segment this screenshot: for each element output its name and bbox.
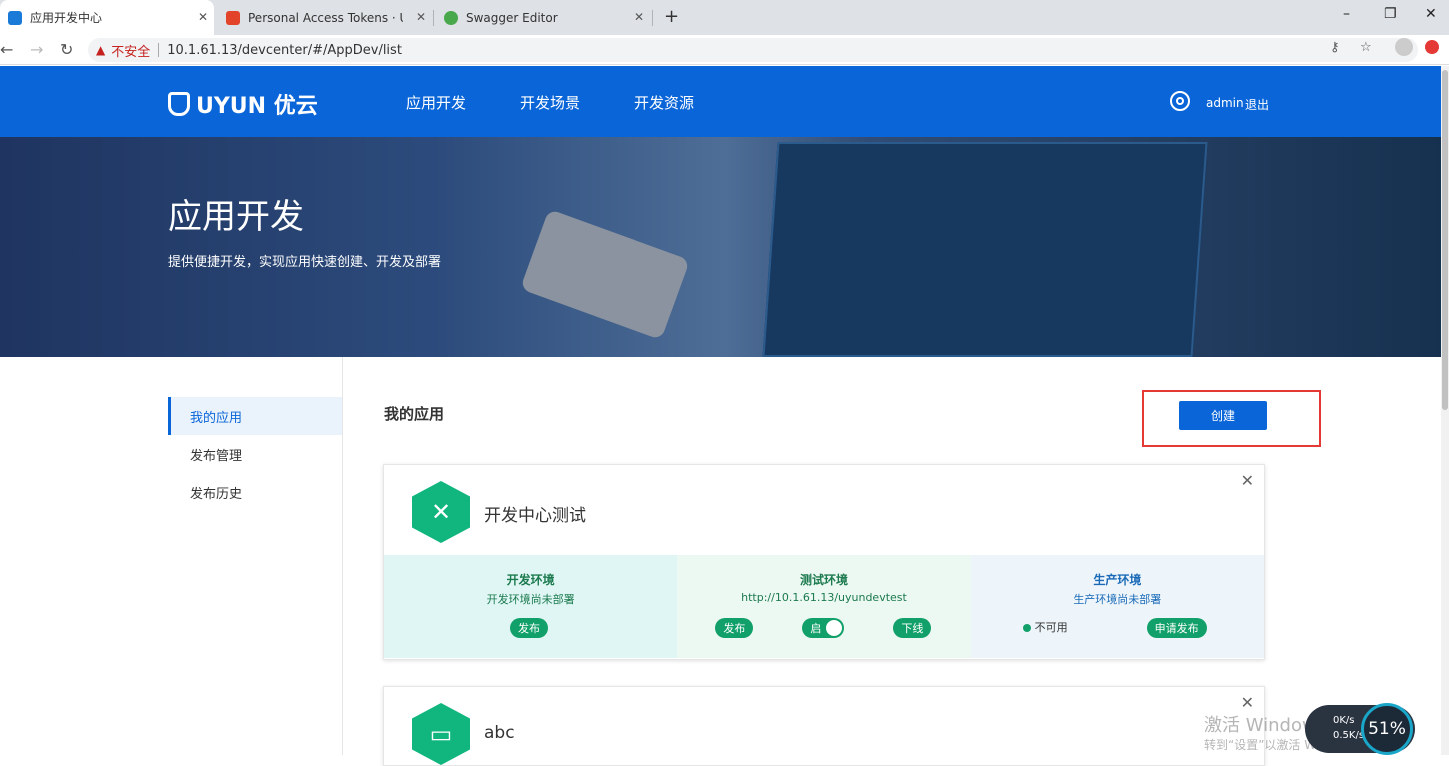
- sidebar-item-release-history[interactable]: 发布历史: [168, 473, 342, 511]
- tools-icon: ✕: [412, 481, 470, 543]
- toggle-label: 启: [810, 622, 822, 635]
- reload-button[interactable]: ↻: [60, 40, 73, 59]
- publish-button[interactable]: 发布: [715, 618, 754, 638]
- gitlab-favicon-icon: [226, 10, 240, 25]
- environment-row: 开发环境 开发环境尚未部署 发布 测试环境 http://10.1.61.13/…: [384, 555, 1264, 658]
- close-icon[interactable]: ✕: [198, 10, 208, 24]
- close-window-button[interactable]: ✕: [1425, 6, 1437, 22]
- phone-illustration: [519, 208, 691, 341]
- maximize-button[interactable]: ❐: [1384, 6, 1397, 22]
- tab-title: 应用开发中心: [30, 11, 103, 25]
- sidebar-item-release-management[interactable]: 发布管理: [168, 435, 342, 473]
- upload-speed: 0K/s: [1333, 715, 1355, 726]
- gear-icon[interactable]: [1170, 91, 1190, 111]
- uyun-logo[interactable]: UYUN 优云: [168, 88, 318, 120]
- logo-text: UYUN 优云: [196, 94, 318, 119]
- minimize-button[interactable]: –: [1343, 6, 1350, 22]
- enable-toggle[interactable]: 启: [802, 618, 845, 638]
- key-icon[interactable]: ⚷: [1330, 40, 1340, 55]
- close-icon[interactable]: ✕: [634, 10, 644, 24]
- download-speed: 0.5K/s: [1333, 730, 1365, 741]
- env-subtitle: 开发环境尚未部署: [486, 593, 575, 606]
- app-card: ✕ ✕ 开发中心测试 开发环境 开发环境尚未部署 发布 测试环境 http://…: [383, 464, 1265, 660]
- logout-link[interactable]: 退出: [1245, 96, 1269, 113]
- uyun-shield-icon: [168, 92, 190, 116]
- tab-swagger[interactable]: Swagger Editor ✕: [436, 0, 650, 35]
- url-field[interactable]: ▲ 不安全 10.1.61.13/devcenter/#/AppDev/list: [88, 38, 1418, 62]
- tab-access-tokens[interactable]: Personal Access Tokens · User ✕: [218, 0, 432, 35]
- security-warning[interactable]: 不安全: [111, 41, 150, 60]
- banner-title: 应用开发: [168, 197, 304, 237]
- url-divider: [158, 43, 160, 57]
- image-icon: ▭: [412, 703, 470, 765]
- close-icon[interactable]: ✕: [1241, 693, 1254, 712]
- nav-app-dev[interactable]: 应用开发: [406, 92, 466, 113]
- app-header: UYUN 优云 应用开发 开发场景 开发资源 admin 退出: [0, 66, 1449, 137]
- username[interactable]: admin: [1206, 96, 1244, 110]
- banner-subtitle: 提供便捷开发，实现应用快速创建、开发及部署: [168, 255, 442, 270]
- env-test: 测试环境 http://10.1.61.13/uyundevtest 发布 启 …: [677, 555, 971, 658]
- app-card: ✕ ▭ abc: [383, 686, 1265, 766]
- status-dot: [1022, 624, 1031, 632]
- hero-banner: 应用开发 提供便捷开发，实现应用快速创建、开发及部署: [0, 137, 1449, 357]
- profile-icon[interactable]: [1395, 38, 1413, 56]
- create-button[interactable]: 创建: [1179, 401, 1267, 430]
- net-speeds: 0K/s 0.5K/s: [1333, 713, 1364, 743]
- scroll-thumb[interactable]: [1442, 70, 1448, 410]
- memory-percent: 51%: [1361, 703, 1413, 755]
- network-speed-widget[interactable]: 0K/s 0.5K/s 51%: [1305, 703, 1415, 755]
- nav-dev-scenes[interactable]: 开发场景: [520, 92, 580, 113]
- new-tab-button[interactable]: +: [664, 6, 679, 27]
- toggle-knob: [826, 620, 843, 636]
- tab-divider: [652, 10, 653, 26]
- nav-dev-resources[interactable]: 开发资源: [634, 92, 694, 113]
- app-name[interactable]: abc: [484, 723, 515, 743]
- page-title: 我的应用: [384, 405, 445, 423]
- request-publish-button[interactable]: 申请发布: [1146, 618, 1207, 638]
- star-icon[interactable]: ☆: [1360, 40, 1372, 55]
- swagger-favicon-icon: [444, 10, 458, 25]
- status-text: 不可用: [1034, 621, 1068, 634]
- close-icon[interactable]: ✕: [1241, 471, 1254, 490]
- devcenter-favicon-icon: [8, 10, 22, 25]
- browser-tab-bar: 应用开发中心 ✕ Personal Access Tokens · User ✕…: [0, 0, 1449, 35]
- laptop-screen-illustration: [762, 142, 1208, 357]
- tab-title: Personal Access Tokens · User: [248, 10, 403, 25]
- warning-icon: ▲: [96, 43, 106, 57]
- tab-divider: [433, 10, 434, 26]
- extension-icon[interactable]: [1425, 40, 1439, 54]
- forward-button[interactable]: →: [30, 40, 43, 59]
- close-icon[interactable]: ✕: [416, 10, 426, 24]
- tab-title: Swagger Editor: [466, 10, 558, 25]
- env-dev: 开发环境 开发环境尚未部署 发布: [384, 555, 678, 658]
- env-prod: 生产环境 生产环境尚未部署 不可用 申请发布: [970, 555, 1264, 658]
- env-title: 开发环境: [506, 573, 555, 587]
- env-url[interactable]: http://10.1.61.13/uyundevtest: [677, 591, 970, 604]
- sidebar: 我的应用 发布管理 发布历史: [0, 357, 343, 755]
- tab-devcenter[interactable]: 应用开发中心 ✕: [0, 0, 214, 35]
- env-title: 生产环境: [1093, 573, 1142, 587]
- sidebar-item-my-apps[interactable]: 我的应用: [168, 397, 342, 435]
- address-bar-row: ← → ↻ ▲ 不安全 10.1.61.13/devcenter/#/AppDe…: [0, 35, 1449, 65]
- url-text: 10.1.61.13/devcenter/#/AppDev/list: [167, 42, 402, 58]
- app-name[interactable]: 开发中心测试: [484, 501, 586, 526]
- env-title: 测试环境: [799, 573, 848, 587]
- offline-button[interactable]: 下线: [893, 618, 932, 638]
- publish-button[interactable]: 发布: [510, 618, 548, 638]
- env-subtitle: 生产环境尚未部署: [1073, 593, 1162, 606]
- back-button[interactable]: ←: [0, 40, 13, 59]
